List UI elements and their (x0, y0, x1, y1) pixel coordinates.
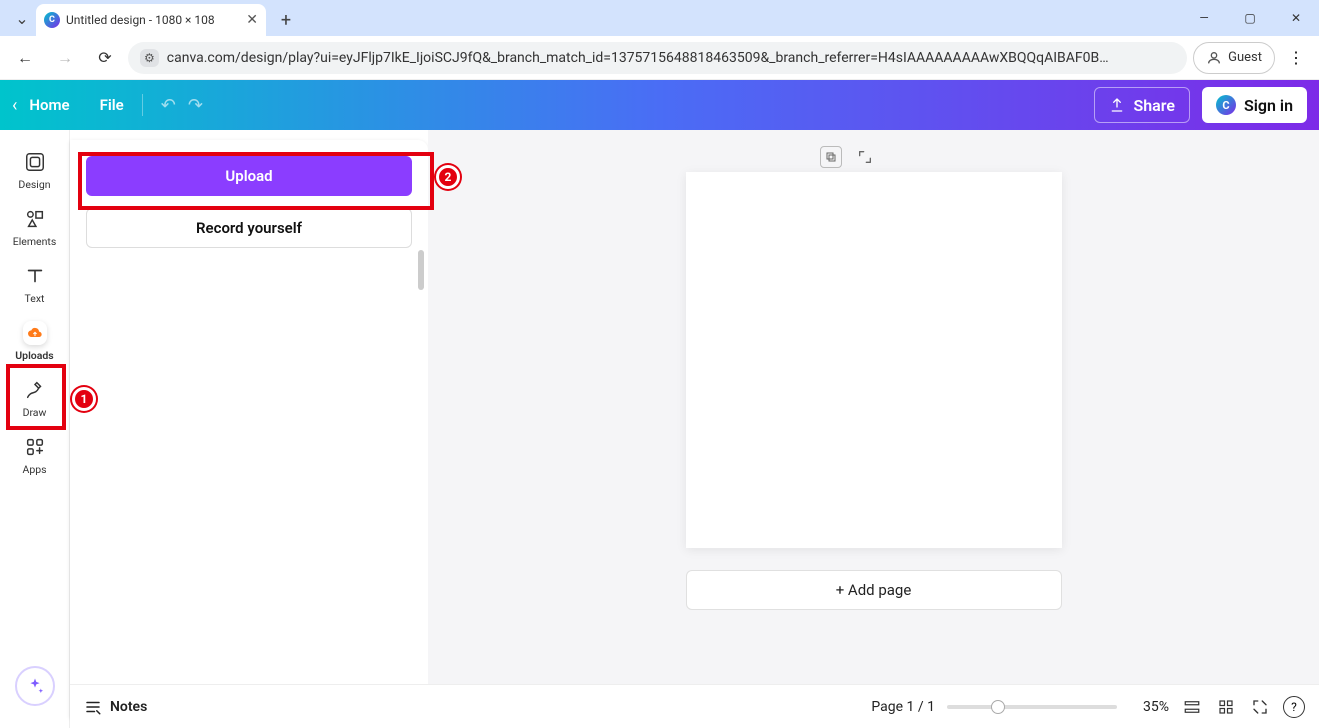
record-button-label: Record yourself (196, 219, 302, 237)
share-button[interactable]: Share (1094, 87, 1190, 123)
redo-icon[interactable]: ↷ (188, 95, 203, 116)
page-tools (820, 146, 876, 168)
apps-icon (23, 435, 47, 459)
view-list-icon[interactable] (1181, 696, 1203, 718)
browser-tab[interactable]: C Untitled design - 1080 × 108 ✕ (36, 4, 266, 36)
nav-design[interactable]: Design (7, 144, 63, 197)
file-menu[interactable]: File (100, 96, 124, 114)
design-page[interactable] (686, 172, 1062, 548)
add-page-button[interactable]: + Add page (686, 570, 1062, 610)
fullscreen-icon[interactable] (1249, 696, 1271, 718)
nav-elements[interactable]: Elements (7, 201, 63, 254)
nav-reload-icon[interactable]: ⟳ (88, 41, 122, 75)
nav-text[interactable]: Text (7, 258, 63, 311)
duplicate-page-icon[interactable] (820, 146, 842, 168)
nav-draw-label: Draw (23, 406, 47, 419)
nav-uploads-label: Uploads (15, 349, 53, 362)
zoom-slider-thumb[interactable] (991, 700, 1005, 714)
notes-button[interactable]: Notes (84, 698, 147, 716)
nav-elements-label: Elements (13, 235, 57, 248)
person-icon (1206, 50, 1222, 66)
back-chevron-icon[interactable]: ‹ (12, 95, 17, 116)
text-icon (23, 264, 47, 288)
window-maximize-icon[interactable]: ▢ (1227, 0, 1273, 36)
tab-close-icon[interactable]: ✕ (246, 12, 258, 28)
page-indicator[interactable]: Page 1 / 1 (871, 699, 935, 715)
url-field[interactable]: ⚙ canva.com/design/play?ui=eyJFljp7IkE_I… (128, 42, 1187, 74)
canvas-area: + Add page (428, 130, 1319, 728)
url-text: canva.com/design/play?ui=eyJFljp7IkE_Ijo… (167, 50, 1175, 66)
zoom-slider[interactable] (947, 705, 1117, 709)
browser-chrome: ⌄ C Untitled design - 1080 × 108 ✕ + — ▢… (0, 0, 1319, 80)
app-body: Design Elements Text Uploads Draw Apps U… (0, 130, 1319, 728)
browser-menu-icon[interactable]: ⋮ (1281, 48, 1311, 67)
upload-button[interactable]: Upload (86, 156, 412, 196)
add-page-label: + Add page (836, 581, 912, 599)
canva-top-bar: ‹ Home File ↶ ↷ Share C Sign in (0, 80, 1319, 130)
view-grid-icon[interactable] (1215, 696, 1237, 718)
tab-strip: ⌄ C Untitled design - 1080 × 108 ✕ + — ▢… (0, 0, 1319, 36)
nav-uploads[interactable]: Uploads (7, 315, 63, 368)
design-icon (23, 150, 47, 174)
nav-design-label: Design (18, 178, 50, 191)
nav-apps[interactable]: Apps (7, 429, 63, 482)
site-settings-icon[interactable]: ⚙ (140, 49, 159, 67)
left-nav: Design Elements Text Uploads Draw Apps (0, 130, 70, 728)
sparkle-icon (25, 676, 45, 696)
signin-label: Sign in (1244, 96, 1293, 115)
home-link[interactable]: Home (29, 96, 69, 114)
window-controls: — ▢ ✕ (1181, 0, 1319, 36)
tab-title: Untitled design - 1080 × 108 (66, 13, 240, 27)
elements-icon (23, 207, 47, 231)
canva-logo-icon: C (1216, 95, 1236, 115)
share-label: Share (1133, 96, 1175, 115)
notes-label: Notes (110, 699, 147, 715)
record-yourself-button[interactable]: Record yourself (86, 208, 412, 248)
new-tab-button[interactable]: + (272, 6, 300, 34)
expand-page-icon[interactable] (854, 146, 876, 168)
undo-icon[interactable]: ↶ (161, 95, 176, 116)
window-minimize-icon[interactable]: — (1181, 0, 1227, 36)
window-close-icon[interactable]: ✕ (1273, 0, 1319, 36)
nav-apps-label: Apps (22, 463, 46, 476)
draw-icon (23, 378, 47, 402)
magic-button[interactable] (15, 666, 55, 706)
upload-arrow-icon (1109, 97, 1125, 113)
separator (142, 94, 143, 116)
profile-guest-button[interactable]: Guest (1193, 42, 1275, 74)
panel-scrollbar[interactable] (416, 250, 426, 708)
nav-forward-icon: → (48, 41, 82, 75)
canva-favicon-icon: C (44, 12, 60, 28)
signin-button[interactable]: C Sign in (1202, 87, 1307, 123)
help-icon[interactable]: ? (1283, 696, 1305, 718)
uploads-panel: Upload Record yourself (70, 140, 428, 718)
upload-button-label: Upload (225, 167, 272, 185)
footer-bar: Notes Page 1 / 1 35% ? (70, 684, 1319, 728)
zoom-value: 35% (1129, 699, 1169, 715)
address-bar: ← → ⟳ ⚙ canva.com/design/play?ui=eyJFljp… (0, 36, 1319, 80)
nav-draw[interactable]: Draw (7, 372, 63, 425)
guest-label: Guest (1228, 50, 1262, 65)
nav-back-icon[interactable]: ← (8, 41, 42, 75)
tabs-dropdown-icon[interactable]: ⌄ (8, 4, 36, 32)
notes-icon (84, 698, 102, 716)
uploads-icon (23, 321, 47, 345)
nav-text-label: Text (25, 292, 45, 305)
